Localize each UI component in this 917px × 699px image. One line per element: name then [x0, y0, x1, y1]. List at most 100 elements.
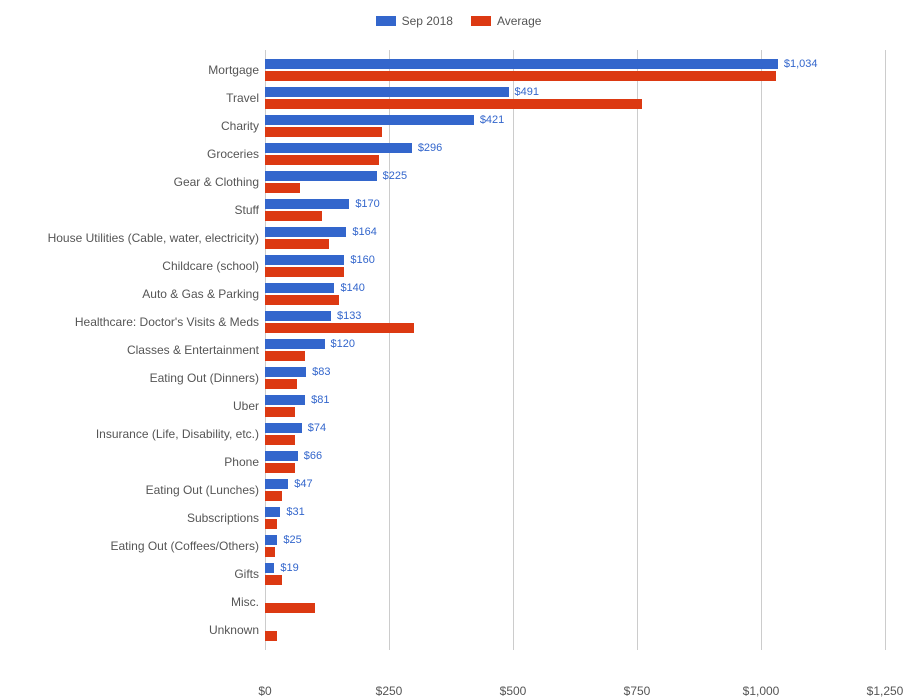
legend-item-sep2018: Sep 2018	[376, 14, 453, 28]
legend-swatch-average	[471, 16, 491, 26]
bar-average	[265, 603, 315, 613]
x-tick-label: $250	[376, 684, 403, 698]
bar-row: Mortgage$1,034	[265, 56, 885, 84]
bar-value-label: $1,034	[784, 58, 818, 70]
bar-row: Classes & Entertainment$120	[265, 336, 885, 364]
bar-value-label: $31	[286, 506, 304, 518]
bar-average	[265, 435, 295, 445]
bar-sep2018: $160	[265, 255, 344, 265]
bar-sep2018: $83	[265, 367, 306, 377]
gridline	[885, 50, 886, 650]
bar-average	[265, 323, 414, 333]
bar-average	[265, 463, 295, 473]
category-label: Travel	[226, 91, 259, 105]
bar-row: Gifts$19	[265, 560, 885, 588]
bar-row: Gear & Clothing$225	[265, 168, 885, 196]
category-label: Charity	[221, 119, 259, 133]
bar-row: Eating Out (Lunches)$47	[265, 476, 885, 504]
category-label: Insurance (Life, Disability, etc.)	[96, 427, 259, 441]
x-tick-label: $750	[624, 684, 651, 698]
bar-value-label: $225	[383, 170, 407, 182]
bar-row: Travel$491	[265, 84, 885, 112]
category-label: Eating Out (Dinners)	[150, 371, 259, 385]
bar-sep2018: $1,034	[265, 59, 778, 69]
bar-sep2018: $81	[265, 395, 305, 405]
x-tick-label: $500	[500, 684, 527, 698]
bar-value-label: $133	[337, 310, 361, 322]
category-label: Misc.	[231, 595, 259, 609]
bar-sep2018: $421	[265, 115, 474, 125]
bar-value-label: $74	[308, 422, 326, 434]
bar-row: Eating Out (Dinners)$83	[265, 364, 885, 392]
bar-sep2018: $25	[265, 535, 277, 545]
bar-average	[265, 519, 277, 529]
bar-sep2018: $133	[265, 311, 331, 321]
bar-average	[265, 127, 382, 137]
bar-value-label: $47	[294, 478, 312, 490]
bar-row: Subscriptions$31	[265, 504, 885, 532]
bar-sep2018: $74	[265, 423, 302, 433]
category-label: Childcare (school)	[162, 259, 259, 273]
legend-label-sep2018: Sep 2018	[402, 14, 453, 28]
bar-sep2018: $47	[265, 479, 288, 489]
bar-average	[265, 71, 776, 81]
category-label: Auto & Gas & Parking	[142, 287, 259, 301]
plot-area: Mortgage$1,034Travel$491Charity$421Groce…	[265, 50, 885, 650]
bar-average	[265, 575, 282, 585]
bar-sep2018: $170	[265, 199, 349, 209]
bar-value-label: $25	[283, 534, 301, 546]
x-axis-ticks: $0$250$500$750$1,000$1,250	[265, 654, 885, 674]
x-tick-label: $0	[258, 684, 271, 698]
bar-value-label: $81	[311, 394, 329, 406]
bar-sep2018: $66	[265, 451, 298, 461]
bar-row: Uber$81	[265, 392, 885, 420]
bar-average	[265, 547, 275, 557]
bar-sep2018: $491	[265, 87, 509, 97]
bar-row: Charity$421	[265, 112, 885, 140]
bar-value-label: $19	[280, 562, 298, 574]
bar-average	[265, 267, 344, 277]
chart-container: Sep 2018 Average Mortgage$1,034Travel$49…	[0, 0, 917, 699]
bar-row: Stuff$170	[265, 196, 885, 224]
category-label: Gear & Clothing	[174, 175, 259, 189]
bar-value-label: $66	[304, 450, 322, 462]
bar-value-label: $170	[355, 198, 379, 210]
bar-sep2018: $19	[265, 563, 274, 573]
bar-value-label: $83	[312, 366, 330, 378]
bar-average	[265, 407, 295, 417]
category-label: Classes & Entertainment	[127, 343, 259, 357]
bar-average	[265, 155, 379, 165]
bar-value-label: $491	[515, 86, 539, 98]
category-label: Subscriptions	[187, 511, 259, 525]
category-label: Eating Out (Lunches)	[146, 483, 259, 497]
bar-row: Unknown	[265, 616, 885, 644]
bar-row: Auto & Gas & Parking$140	[265, 280, 885, 308]
bar-value-label: $160	[350, 254, 374, 266]
bar-rows: Mortgage$1,034Travel$491Charity$421Groce…	[265, 56, 885, 644]
category-label: Uber	[233, 399, 259, 413]
bar-value-label: $421	[480, 114, 504, 126]
bar-average	[265, 379, 297, 389]
bar-sep2018: $225	[265, 171, 377, 181]
bar-sep2018: $296	[265, 143, 412, 153]
bar-row: Healthcare: Doctor's Visits & Meds$133	[265, 308, 885, 336]
x-tick-label: $1,000	[743, 684, 780, 698]
bar-value-label: $164	[352, 226, 376, 238]
category-label: Mortgage	[208, 63, 259, 77]
category-label: Gifts	[234, 567, 259, 581]
bar-row: Phone$66	[265, 448, 885, 476]
bar-average	[265, 239, 329, 249]
bar-row: Misc.	[265, 588, 885, 616]
bar-row: Eating Out (Coffees/Others)$25	[265, 532, 885, 560]
category-label: Phone	[224, 455, 259, 469]
bar-average	[265, 99, 642, 109]
bar-row: Childcare (school)$160	[265, 252, 885, 280]
bar-average	[265, 183, 300, 193]
bar-average	[265, 351, 305, 361]
bar-row: Insurance (Life, Disability, etc.)$74	[265, 420, 885, 448]
bar-average	[265, 631, 277, 641]
category-label: Groceries	[207, 147, 259, 161]
bar-row: House Utilities (Cable, water, electrici…	[265, 224, 885, 252]
category-label: Eating Out (Coffees/Others)	[110, 539, 259, 553]
category-label: House Utilities (Cable, water, electrici…	[48, 231, 259, 245]
